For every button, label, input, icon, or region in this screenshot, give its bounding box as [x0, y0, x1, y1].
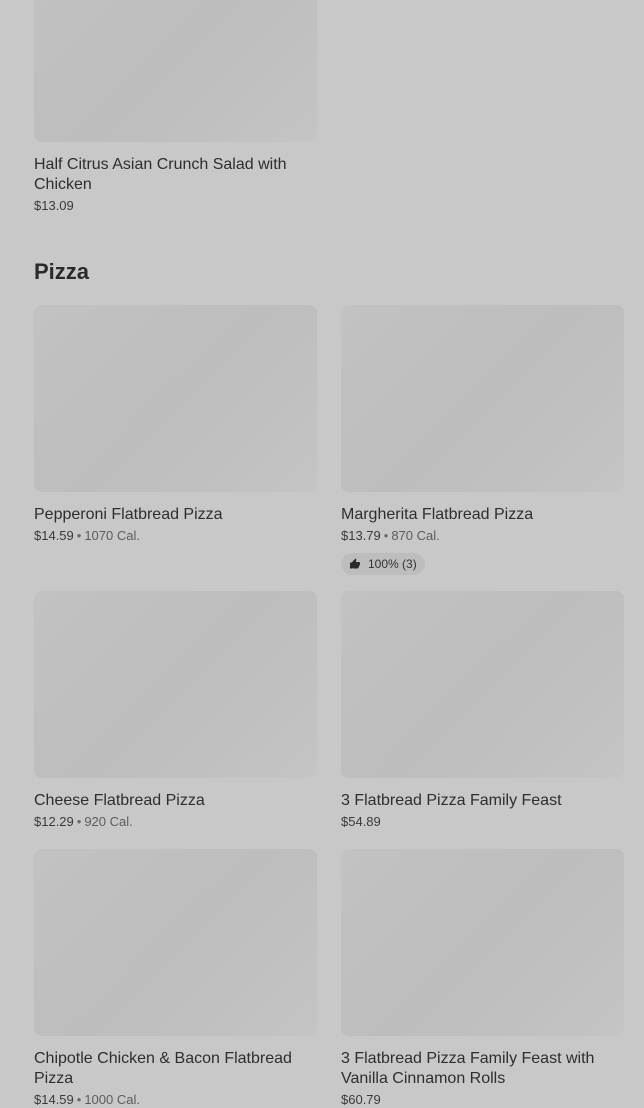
item-meta: $13.09	[34, 198, 317, 214]
rating-text: 100% (3)	[368, 557, 417, 571]
item-meta: $12.29 • 920 Cal.	[34, 814, 317, 830]
item-calories: 1070 Cal.	[84, 528, 140, 543]
item-meta: $14.59 • 1070 Cal.	[34, 528, 317, 544]
item-image[interactable]	[341, 591, 624, 778]
menu-item-card[interactable]: Half Citrus Asian Crunch Salad with Chic…	[34, 0, 317, 214]
item-calories: 920 Cal.	[84, 814, 133, 829]
item-name: Cheese Flatbread Pizza	[34, 792, 205, 809]
section-title: Pizza	[34, 259, 90, 284]
menu-item-card[interactable]: Chipotle Chicken & Bacon Flatbread Pizza…	[34, 849, 317, 1108]
menu-item-card[interactable]: 3 Flatbread Pizza Family Feast with Vani…	[341, 849, 624, 1108]
meta-separator: •	[383, 528, 389, 543]
item-price: $54.89	[341, 814, 381, 829]
item-name: Half Citrus Asian Crunch Salad with Chic…	[34, 156, 287, 193]
meta-separator: •	[76, 1092, 82, 1107]
item-price: $14.59	[34, 528, 74, 543]
menu-item-card[interactable]: Cheese Flatbread Pizza $12.29 • 920 Cal.	[34, 591, 317, 830]
item-meta: $13.79 • 870 Cal.	[341, 528, 624, 544]
meta-separator: •	[76, 814, 82, 829]
item-price: $13.79	[341, 528, 381, 543]
item-price: $13.09	[34, 198, 74, 213]
item-name: Margherita Flatbread Pizza	[341, 506, 534, 523]
thumbs-up-icon	[350, 558, 360, 569]
item-price: $12.29	[34, 814, 74, 829]
item-meta: $54.89	[341, 814, 624, 830]
item-price: $60.79	[341, 1092, 381, 1107]
item-image[interactable]	[341, 305, 624, 492]
meta-separator: •	[76, 528, 82, 543]
item-image[interactable]	[34, 591, 317, 778]
menu-item-card[interactable]: Margherita Flatbread Pizza $13.79 • 870 Ca…	[341, 305, 624, 575]
item-name: 3 Flatbread Pizza Family Feast with Vani…	[341, 1050, 595, 1087]
item-meta: $14.59 • 1000 Cal.	[34, 1092, 317, 1108]
item-calories: 870 Cal.	[391, 528, 440, 543]
menu-item-card[interactable]: 3 Flatbread Pizza Family Feast $54.89	[341, 591, 624, 830]
item-image[interactable]	[341, 849, 624, 1036]
item-image[interactable]	[34, 849, 317, 1036]
item-name: Chipotle Chicken & Bacon Flatbread Pizza	[34, 1050, 292, 1087]
item-name: Pepperoni Flatbread Pizza	[34, 506, 223, 523]
item-calories: 1000 Cal.	[84, 1092, 140, 1107]
item-meta: $60.79	[341, 1092, 624, 1108]
rating-badge: 100% (3)	[341, 553, 425, 575]
item-name: 3 Flatbread Pizza Family Feast	[341, 792, 562, 809]
item-image[interactable]	[34, 305, 317, 492]
item-price: $14.59	[34, 1092, 74, 1107]
item-image[interactable]	[34, 0, 317, 142]
menu-item-card[interactable]: Pepperoni Flatbread Pizza $14.59 • 1070 Ca…	[34, 305, 317, 544]
